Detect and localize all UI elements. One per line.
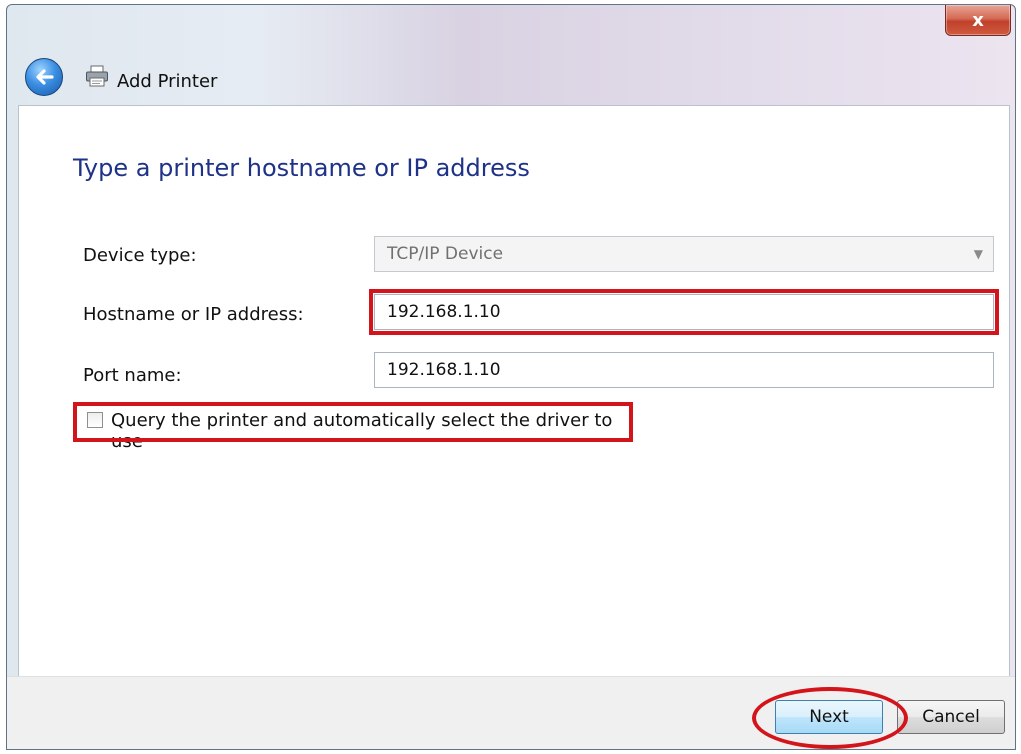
add-printer-window: x Add Printer Type a printer hostname or… <box>6 4 1016 750</box>
hostname-highlight <box>369 289 999 335</box>
title-bar: x Add Printer <box>7 5 1015 105</box>
close-button[interactable]: x <box>945 5 1011 36</box>
port-name-input[interactable] <box>374 352 994 388</box>
cancel-button[interactable]: Cancel <box>897 700 1005 734</box>
window-title: Add Printer <box>117 71 218 92</box>
port-name-label: Port name: <box>83 365 182 386</box>
back-button[interactable] <box>25 58 63 96</box>
printer-icon <box>86 65 108 87</box>
page-heading: Type a printer hostname or IP address <box>73 154 530 182</box>
next-highlight-ellipse <box>752 687 908 749</box>
chevron-down-icon: ▼ <box>973 247 983 261</box>
back-arrow-icon <box>36 69 54 85</box>
wizard-footer: Next Cancel <box>7 676 1015 749</box>
query-printer-option[interactable]: Query the printer and automatically sele… <box>73 402 633 452</box>
device-type-label: Device type: <box>83 245 197 266</box>
device-type-select[interactable]: TCP/IP Device ▼ <box>374 236 994 272</box>
hostname-label: Hostname or IP address: <box>83 304 304 325</box>
close-icon: x <box>972 9 984 31</box>
query-printer-highlight <box>73 402 633 442</box>
wizard-content: Type a printer hostname or IP address De… <box>18 105 1010 677</box>
device-type-value: TCP/IP Device <box>387 244 504 264</box>
